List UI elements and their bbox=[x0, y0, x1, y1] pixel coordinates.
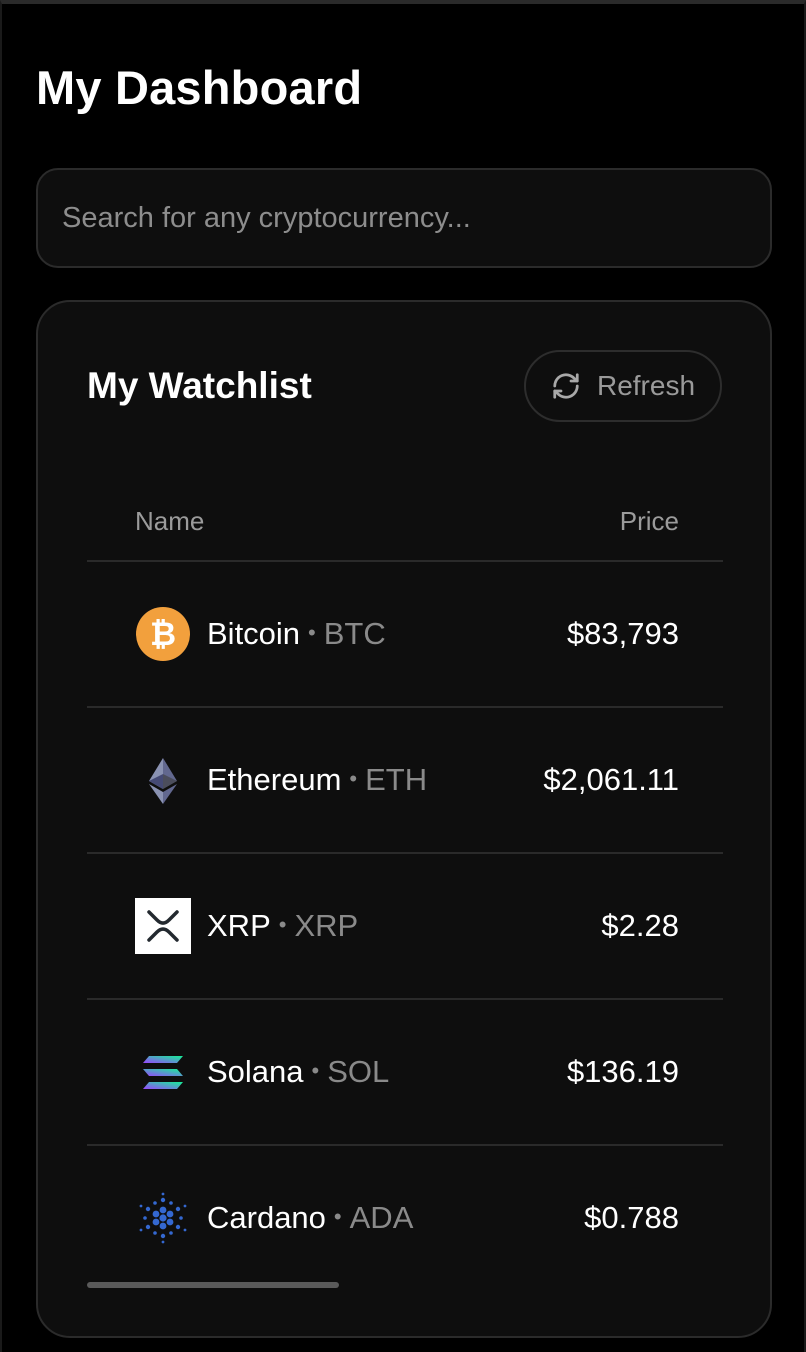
coin-separator: • bbox=[333, 1204, 342, 1229]
watchlist-rows: ₿ Bitcoin • BTC $83,793 Ethereum • ETH $… bbox=[87, 562, 723, 1290]
search-box bbox=[36, 168, 772, 268]
bitcoin-icon: ₿ bbox=[135, 606, 191, 662]
coin-symbol: BTC bbox=[323, 616, 386, 651]
coin-separator: • bbox=[278, 912, 287, 937]
coin-name: Solana bbox=[207, 1054, 304, 1089]
coin-separator: • bbox=[308, 620, 316, 645]
coin-price: $2.28 bbox=[601, 908, 679, 943]
solana-icon bbox=[135, 1044, 191, 1100]
coin-name: XRP bbox=[207, 908, 271, 943]
refresh-icon bbox=[551, 371, 581, 401]
ethereum-icon bbox=[135, 752, 191, 808]
coin-symbol: ETH bbox=[365, 762, 428, 797]
watchlist-row-cardano[interactable]: Cardano • ADA $0.788 bbox=[87, 1146, 723, 1290]
coin-separator: • bbox=[311, 1058, 320, 1083]
watchlist-row-xrp[interactable]: XRP • XRP $2.28 bbox=[87, 854, 723, 1000]
coin-symbol: XRP bbox=[294, 908, 359, 943]
watchlist-card: My Watchlist Refresh Name Price ₿ Bitcoi… bbox=[36, 300, 772, 1338]
refresh-button[interactable]: Refresh bbox=[524, 350, 722, 422]
horizontal-scrollbar[interactable] bbox=[87, 1282, 339, 1288]
coin-label: XRP • XRP bbox=[207, 908, 358, 947]
coin-label: Bitcoin • BTC bbox=[207, 616, 386, 655]
column-header-price[interactable]: Price bbox=[620, 506, 679, 537]
watchlist-row-bitcoin[interactable]: ₿ Bitcoin • BTC $83,793 bbox=[87, 562, 723, 708]
coin-name: Bitcoin bbox=[207, 616, 301, 651]
watchlist-title: My Watchlist bbox=[87, 365, 312, 406]
coin-label: Cardano • ADA bbox=[207, 1200, 413, 1239]
table-header: Name Price bbox=[87, 492, 723, 562]
cardano-icon bbox=[135, 1190, 191, 1246]
svg-text:₿: ₿ bbox=[150, 616, 176, 652]
coin-price: $136.19 bbox=[566, 1054, 679, 1089]
column-header-name[interactable]: Name bbox=[135, 506, 204, 537]
xrp-icon bbox=[135, 898, 191, 954]
coin-price: $83,793 bbox=[566, 616, 679, 651]
coin-label: Ethereum • ETH bbox=[207, 762, 427, 801]
coin-label: Solana • SOL bbox=[207, 1054, 389, 1093]
refresh-label: Refresh bbox=[596, 370, 696, 401]
watchlist-row-ethereum[interactable]: Ethereum • ETH $2,061.11 bbox=[87, 708, 723, 854]
coin-name: Ethereum bbox=[207, 762, 342, 797]
page-title: My Dashboard bbox=[36, 61, 363, 114]
coin-price: $2,061.11 bbox=[543, 762, 679, 797]
search-input[interactable] bbox=[38, 170, 770, 266]
coin-price: $0.788 bbox=[584, 1200, 679, 1235]
watchlist-row-solana[interactable]: Solana • SOL $136.19 bbox=[87, 1000, 723, 1146]
coin-name: Cardano bbox=[207, 1200, 326, 1235]
coin-symbol: SOL bbox=[327, 1054, 390, 1089]
coin-symbol: ADA bbox=[349, 1200, 414, 1235]
coin-separator: • bbox=[349, 766, 358, 791]
